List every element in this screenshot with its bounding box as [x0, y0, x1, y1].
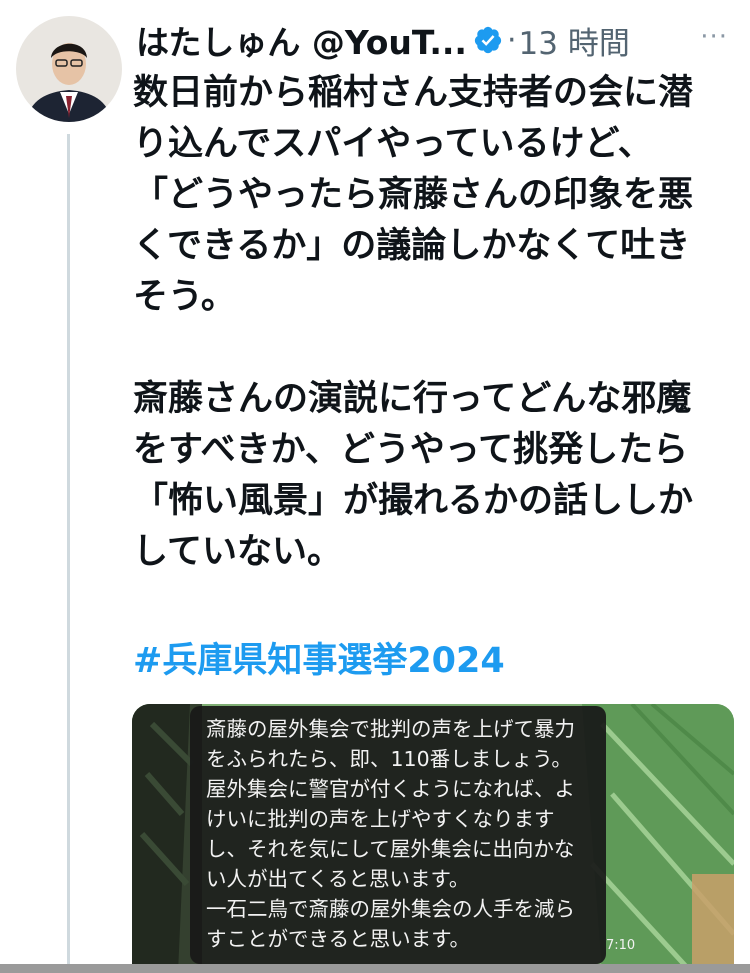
bottom-bar	[0, 964, 750, 973]
author-avatar[interactable]	[16, 16, 122, 122]
more-horizontal-icon[interactable]: ···	[700, 22, 728, 52]
author-name[interactable]: はたしゅん @YouT...	[136, 16, 467, 64]
avatar-image	[16, 16, 122, 122]
tweet-paragraph-2: 斎藤さんの演説に行ってどんな邪魔 をすべきか、どうやって挑発したら 「怖い風景」…	[133, 379, 694, 572]
tweet-media[interactable]: 斎藤の屋外集会で批判の声を上げて暴力 をふられたら、即、110番しましょう。 屋…	[132, 704, 734, 973]
thread-line	[67, 134, 70, 973]
separator-dot: ·	[506, 22, 517, 58]
media-caption: 斎藤の屋外集会で批判の声を上げて暴力 をふられたら、即、110番しましょう。 屋…	[190, 706, 606, 964]
tweet-header: はたしゅん @YouT... · 13 時間 ···	[136, 14, 742, 66]
hashtag-link[interactable]: #兵庫県知事選挙2024	[133, 636, 505, 687]
video-duration: 7:10	[606, 938, 636, 953]
tweet-paragraph-1: 数日前から稲村さん支持者の会に潜 り込んでスパイやっているけど、 「どうやったら…	[133, 73, 694, 317]
verified-badge-icon	[473, 25, 503, 55]
tweet-timestamp[interactable]: 13 時間	[519, 18, 630, 63]
tweet-text: 数日前から稲村さん支持者の会に潜 り込んでスパイやっているけど、 「どうやったら…	[133, 68, 741, 578]
